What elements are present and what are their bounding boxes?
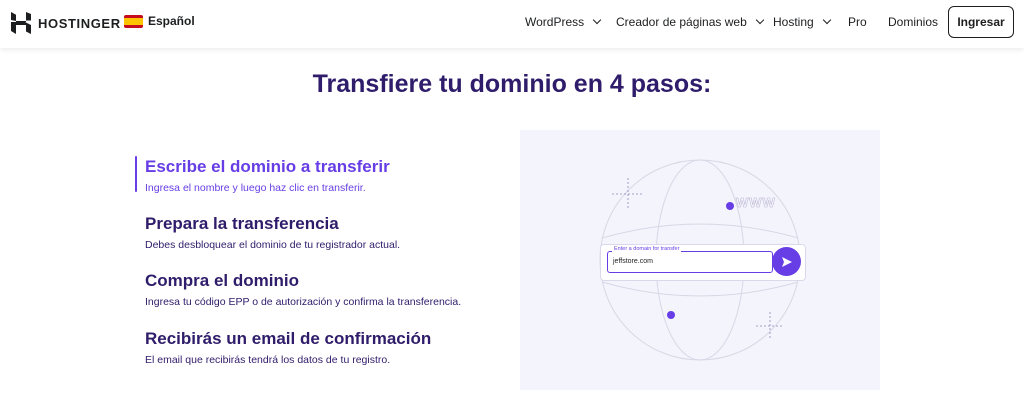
domain-input-value: jeffstore.com [613,258,653,265]
nav-label: Hosting [773,15,814,29]
step-description: Ingresa tu código EPP o de autorización … [145,296,462,308]
domain-input-label: Enter a domain for transfer [612,246,682,252]
nav-domains[interactable]: Dominios [888,15,938,29]
globe-dot-1 [726,202,734,210]
hostinger-logo-icon [11,12,31,34]
login-button[interactable]: Ingresar [948,6,1014,38]
chevron-down-icon [592,15,602,25]
nav-label: Dominios [888,15,939,29]
login-label: Ingresar [957,15,1005,29]
chevron-down-icon [755,15,765,25]
step-4[interactable]: Recibirás un email de confirmación El em… [145,329,431,366]
step-title: Compra el dominio [145,271,299,290]
step-description: El email que recibirás tendrá los datos … [145,354,391,366]
nav-label: Pro [848,15,867,29]
send-arrow-icon [781,256,792,267]
step-1[interactable]: Escribe el dominio a transferir Ingresa … [145,157,390,194]
page-title: Transfiere tu dominio en 4 pasos: [312,70,712,98]
language-selector[interactable]: Español [124,14,195,28]
step-2[interactable]: Prepara la transferencia Debes desbloque… [145,214,400,251]
nav-pro[interactable]: Pro [848,15,867,29]
globe-dot-2 [667,311,675,319]
www-label: WWW [736,195,776,211]
nav-label: WordPress [525,15,585,29]
spain-flag-icon [124,14,143,28]
nav-wordpress[interactable]: WordPress [525,15,602,29]
active-step-indicator [135,156,137,192]
nav-website-builder[interactable]: Creador de páginas web [616,15,765,29]
nav-label: Creador de páginas web [616,15,747,29]
hostinger-logo[interactable]: HOSTINGER [11,12,121,34]
step-title: Escribe el dominio a transferir [145,157,390,176]
language-label: Español [148,14,195,28]
step-description: Ingresa el nombre y luego haz clic en tr… [145,182,366,194]
step-title: Prepara la transferencia [145,214,339,233]
logo-text: HOSTINGER [38,15,121,31]
step-title: Recibirás un email de confirmación [145,329,432,348]
transfer-submit-button[interactable] [772,247,801,276]
site-header: HOSTINGER Español WordPress Creador de p… [0,0,1024,48]
step-3[interactable]: Compra el dominio Ingresa tu código EPP … [145,271,461,308]
nav-hosting[interactable]: Hosting [773,15,831,29]
chevron-down-icon [822,15,831,25]
step-description: Debes desbloquear el dominio de tu regis… [145,239,401,251]
